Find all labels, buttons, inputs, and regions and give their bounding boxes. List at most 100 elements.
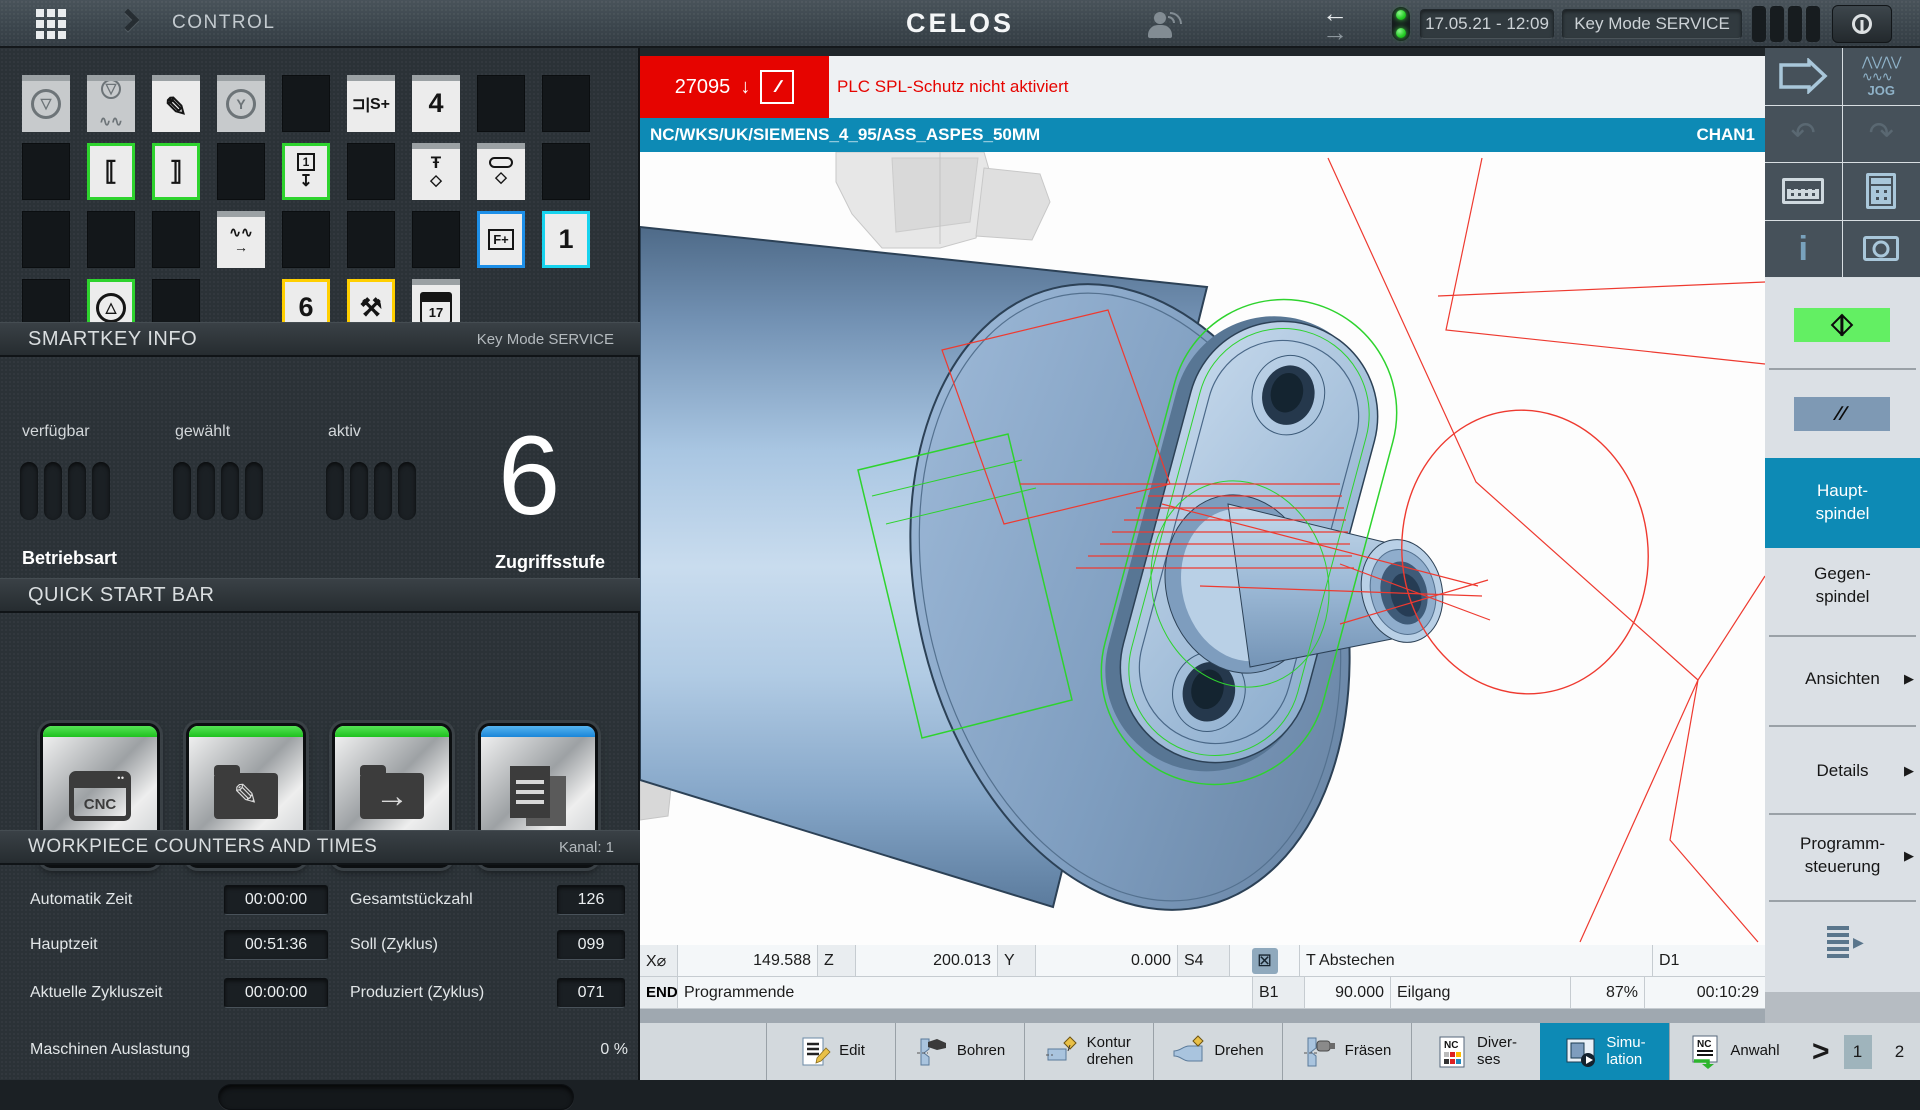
user-network-icon[interactable]	[1148, 12, 1182, 38]
swap-arrows-icon[interactable]: ←→	[1308, 4, 1362, 44]
smartkey-keymode: Key Mode SERVICE	[477, 331, 614, 348]
softkey-gegenspindel[interactable]: Gegen-spindel	[1765, 563, 1920, 609]
svg-text:NC: NC	[1444, 1040, 1458, 1051]
alarm-code: 27095	[675, 76, 731, 99]
alarm-down-icon: ↓	[740, 76, 750, 99]
counter-label: Gesamtstückzahl	[350, 891, 473, 909]
utilization-value: 0 %	[580, 1041, 628, 1059]
spindle-crossed-icon: ⊠	[1252, 948, 1278, 974]
turning-icon	[1045, 1035, 1079, 1069]
quickstart-section-header: QUICK START BAR	[0, 578, 640, 613]
submenu-arrow-icon: ▶	[1904, 763, 1914, 781]
alarm-message: PLC SPL-Schutz nicht aktiviert	[837, 77, 1068, 97]
tile-load-graph-icon[interactable]: ∿∿→	[217, 211, 265, 268]
tile-chuck-icon[interactable]: Y	[217, 75, 265, 132]
tile-clamp-right-icon[interactable]: ⟧	[152, 143, 200, 200]
nc-start-icon	[1831, 314, 1854, 337]
tile-tool-1-icon[interactable]: 1↧	[282, 143, 330, 200]
contour-turning-icon	[1172, 1035, 1206, 1069]
label-aktiv: aktiv	[328, 423, 361, 441]
power-button[interactable]	[1832, 5, 1892, 43]
tile-spindle-stop-icon[interactable]: ▽	[22, 75, 70, 132]
redo-button[interactable]: ↷	[1843, 106, 1920, 164]
quickstart-title: QUICK START BAR	[28, 584, 214, 607]
screenshot-button[interactable]	[1843, 221, 1920, 279]
tile-spindle-s-plus-icon[interactable]: ⊐|S+	[347, 75, 395, 132]
tile-spindle-vibration-icon[interactable]: ▽∿∿	[87, 75, 135, 132]
tile-axis-4-icon[interactable]: 4	[412, 75, 460, 132]
folder-export-icon: →	[360, 773, 424, 819]
utilization-label: Maschinen Auslastung	[30, 1041, 190, 1059]
tile-clamp-left-icon[interactable]: ⟦	[87, 143, 135, 200]
label-verfuegbar: verfügbar	[22, 423, 90, 441]
softkey-hauptspindel[interactable]: Haupt-spindel	[1765, 458, 1920, 548]
counter-label: Produziert (Zyklus)	[350, 984, 484, 1002]
softkey-edit[interactable]: Edit	[766, 1023, 895, 1080]
info-icon: i	[1799, 232, 1808, 266]
softkey-bohren[interactable]: Bohren	[895, 1023, 1024, 1080]
counter-value: 00:51:36	[224, 930, 328, 960]
key-level-bars	[1752, 6, 1820, 42]
program-path-bar: NC/WKS/UK/SIEMENS_4_95/ASS_ASPES_50MM CH…	[640, 118, 1765, 152]
calculator-button[interactable]	[1843, 163, 1920, 221]
softkey-ansichten[interactable]: Ansichten▶	[1765, 668, 1920, 691]
keyboard-button[interactable]	[1765, 163, 1843, 221]
spindle-label: S4	[1178, 945, 1230, 976]
softkey-more-button[interactable]: >	[1812, 1035, 1830, 1069]
spindle-state-cell: ⊠	[1230, 945, 1300, 976]
feed-mode: Eilgang	[1391, 977, 1571, 1008]
smartkey-title: SMARTKEY INFO	[28, 328, 197, 351]
tile-feed-plus-icon[interactable]: F+	[477, 211, 525, 268]
tile-empty	[347, 143, 395, 200]
softkey-diverses[interactable]: NC Diver-ses	[1411, 1023, 1540, 1080]
feed-value: 90.000	[1305, 977, 1391, 1008]
milling-icon	[1303, 1035, 1337, 1069]
alarm-code-block[interactable]: 27095 ↓ ∕∕	[640, 56, 829, 118]
alarm-bar[interactable]: 27095 ↓ ∕∕ PLC SPL-Schutz nicht aktivier…	[640, 56, 1765, 118]
program-state: Programmende	[678, 977, 1253, 1008]
softkey-details[interactable]: Details▶	[1765, 760, 1920, 783]
program-path: NC/WKS/UK/SIEMENS_4_95/ASS_ASPES_50MM	[650, 125, 1040, 145]
nc-anwahl-icon: NC	[1688, 1035, 1722, 1069]
simulation-viewport[interactable]	[640, 152, 1765, 945]
x-label: X⌀	[640, 945, 678, 976]
undo-icon: ↶	[1791, 119, 1816, 149]
redo-icon: ↷	[1869, 119, 1894, 149]
sidebar-bottom-strip	[1765, 992, 1920, 1023]
leds-verfuegbar	[20, 462, 110, 520]
undo-button[interactable]: ↶	[1765, 106, 1843, 164]
label-gewaehlt: gewählt	[175, 423, 230, 441]
tile-empty	[542, 75, 590, 132]
nc-start-softkey[interactable]	[1794, 308, 1890, 342]
menu-list-icon	[1827, 926, 1849, 958]
next-screen-button[interactable]	[1765, 48, 1843, 106]
info-button[interactable]: i	[1765, 221, 1843, 279]
access-level-value: 6	[498, 420, 560, 532]
counter-label: Automatik Zeit	[30, 891, 132, 909]
alarm-skip-icon: ∕∕	[760, 70, 794, 104]
counter-label: Soll (Zyklus)	[350, 936, 438, 954]
softkey-page-1[interactable]: 1	[1844, 1035, 1872, 1069]
tile-conveyor-icon[interactable]: ◇	[477, 143, 525, 200]
counter-value: 00:00:00	[224, 885, 328, 915]
jog-mode-button[interactable]: ⋀⋁⋀⋁∿∿∿ JOG	[1843, 48, 1920, 106]
tile-tool-diagonal-icon[interactable]: ✐	[152, 75, 200, 132]
softkey-programmsteuerung[interactable]: Programm-steuerung ▶	[1765, 833, 1920, 879]
access-level-label: Zugriffsstufe	[470, 552, 630, 573]
tile-empty	[347, 211, 395, 268]
softkey-simulation[interactable]: Simu-lation	[1540, 1023, 1669, 1080]
softkey-anwahl[interactable]: NC Anwahl	[1669, 1023, 1798, 1080]
tile-coolant-icon[interactable]: Ŧ◇	[412, 143, 460, 200]
tile-empty	[217, 143, 265, 200]
right-sidebar: ⋀⋁⋀⋁∿∿∿ JOG ↶ ↷ i ∕∕ Haupt-spindel Gegen…	[1765, 48, 1920, 1023]
nc-diverses-icon: NC	[1435, 1035, 1469, 1069]
z-label: Z	[818, 945, 856, 976]
softkey-fraesen[interactable]: Fräsen	[1282, 1023, 1411, 1080]
softkey-drehen[interactable]: Konturdrehen	[1024, 1023, 1153, 1080]
menu-extend-button[interactable]: ▶	[1827, 926, 1864, 958]
tile-one-icon[interactable]: 1	[542, 211, 590, 268]
skip-block-softkey[interactable]: ∕∕	[1794, 397, 1890, 431]
softkey-page-2[interactable]: 2	[1886, 1035, 1914, 1069]
softkey-kontur-drehen[interactable]: Drehen	[1153, 1023, 1282, 1080]
y-value: 0.000	[1036, 945, 1178, 976]
